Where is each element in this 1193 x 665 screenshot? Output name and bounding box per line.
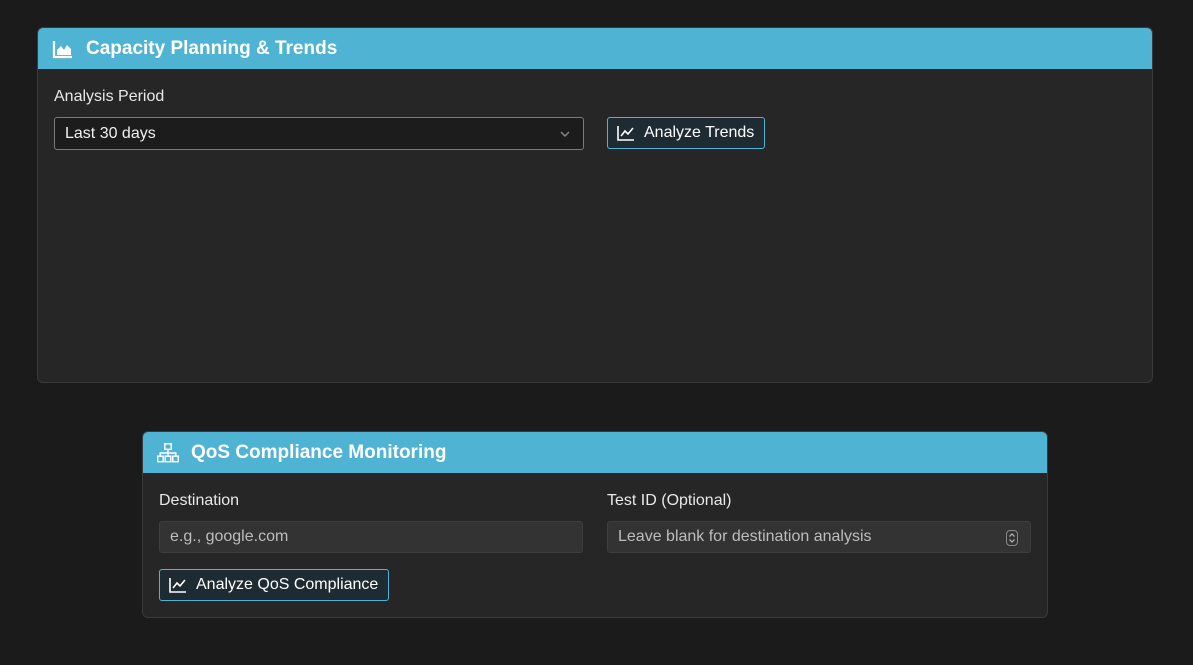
destination-placeholder: e.g., google.com bbox=[170, 528, 289, 545]
page-title: Capacity Planning & Trends bbox=[86, 37, 338, 59]
analyze-trends-button[interactable]: Analyze Trends bbox=[607, 117, 766, 149]
qos-title: QoS Compliance Monitoring bbox=[191, 441, 447, 463]
qos-compliance-header: QoS Compliance Monitoring bbox=[143, 432, 1047, 473]
analysis-period-value: Last 30 days bbox=[65, 124, 156, 142]
test-id-placeholder: Leave blank for destination analysis bbox=[618, 528, 872, 545]
analyze-qos-button[interactable]: Analyze QoS Compliance bbox=[159, 569, 390, 601]
destination-label: Destination bbox=[159, 492, 240, 509]
number-spinner-icon[interactable] bbox=[1006, 530, 1018, 546]
area-chart-icon bbox=[52, 38, 74, 60]
qos-compliance-card: QoS Compliance Monitoring Destination e.… bbox=[142, 431, 1048, 618]
line-chart-icon bbox=[617, 124, 635, 142]
chevron-down-icon bbox=[559, 127, 571, 145]
analysis-period-label: Analysis Period bbox=[54, 88, 165, 105]
test-id-label: Test ID (Optional) bbox=[607, 492, 732, 509]
capacity-planning-card: Capacity Planning & Trends Analysis Peri… bbox=[37, 27, 1153, 383]
test-id-input[interactable]: Leave blank for destination analysis bbox=[607, 521, 1031, 553]
capacity-planning-header: Capacity Planning & Trends bbox=[38, 28, 1152, 69]
analyze-qos-label: Analyze QoS Compliance bbox=[196, 576, 379, 593]
analyze-trends-label: Analyze Trends bbox=[644, 124, 755, 141]
analysis-period-select[interactable]: Last 30 days bbox=[54, 117, 584, 150]
destination-input[interactable]: e.g., google.com bbox=[159, 521, 583, 553]
line-chart-icon bbox=[169, 576, 187, 594]
network-icon bbox=[157, 442, 179, 464]
